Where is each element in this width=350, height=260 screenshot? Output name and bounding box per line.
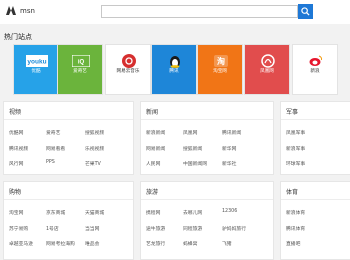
category-link[interactable]: 优酷网 bbox=[9, 129, 23, 136]
category-link[interactable]: 天猫商城 bbox=[85, 209, 104, 216]
category-title: 购物 bbox=[9, 189, 22, 196]
category-link[interactable]: 搜狐视频 bbox=[85, 129, 104, 136]
hot-site-tile-taobao[interactable]: 淘淘宝网 bbox=[197, 44, 243, 95]
category-link[interactable]: 当当网 bbox=[85, 225, 99, 232]
category-link[interactable]: 新浪军事 bbox=[286, 145, 305, 152]
category-link[interactable]: 途牛旅游 bbox=[146, 225, 165, 232]
hot-site-label: 淘宝网 bbox=[213, 69, 227, 74]
category-title: 新闻 bbox=[146, 109, 159, 116]
hot-site-tile-sina[interactable]: 新浪 bbox=[292, 44, 338, 95]
svg-text:youku: youku bbox=[27, 59, 46, 66]
category-divider bbox=[281, 119, 350, 120]
hot-site-tile-tencent[interactable]: 腾讯 bbox=[151, 44, 197, 95]
category-title: 体育 bbox=[286, 189, 299, 196]
category-link[interactable]: 芒果TV bbox=[85, 160, 101, 167]
hot-site-label: 腾讯 bbox=[169, 69, 179, 74]
category-link[interactable]: 1号店 bbox=[46, 225, 59, 232]
category-divider bbox=[141, 199, 273, 200]
msn-logo[interactable]: msn bbox=[5, 5, 35, 16]
hot-site-tile-iqiyi[interactable]: iQ 爱奇艺 bbox=[57, 44, 103, 95]
category-link[interactable]: 腾讯体育 bbox=[286, 225, 305, 232]
category-link[interactable]: 凤凰军事 bbox=[286, 129, 305, 136]
msn-butterfly-icon bbox=[6, 6, 16, 15]
category-link[interactable]: 同程旅游 bbox=[183, 225, 202, 232]
category-link[interactable]: 新华网 bbox=[222, 145, 236, 152]
category-divider bbox=[141, 119, 273, 120]
category-title: 旅游 bbox=[146, 189, 159, 196]
hot-site-label: 优酷 bbox=[31, 69, 41, 74]
category-card-travel: 旅游携程网 去哪儿网 12306 途牛旅游 同程旅游 驴妈妈旅行艺龙旅行 蚂蜂窝 飞猪 bbox=[140, 181, 274, 260]
category-link[interactable]: 凤凰网 bbox=[183, 129, 197, 136]
category-title: 视频 bbox=[9, 109, 22, 116]
category-link[interactable]: 人民网 bbox=[146, 160, 160, 167]
search-input[interactable] bbox=[101, 5, 298, 18]
category-link[interactable]: 环球军事 bbox=[286, 160, 305, 167]
category-link[interactable]: 卓越亚马逊 bbox=[9, 240, 33, 247]
category-link[interactable]: 搜狐新闻 bbox=[183, 145, 202, 152]
category-divider bbox=[281, 199, 350, 200]
category-link[interactable]: 网易看看 bbox=[46, 145, 65, 152]
category-card-shopping: 购物淘宝网 京东商城 天猫商城苏宁易购 1号店 当当网卓越亚马逊 网易考拉海购 唯品会 bbox=[3, 181, 134, 260]
hot-sites-title: 热门站点 bbox=[4, 33, 32, 41]
hot-site-label: 凤凰网 bbox=[260, 69, 274, 74]
category-link[interactable]: 苏宁易购 bbox=[9, 225, 28, 232]
category-link[interactable]: 风行网 bbox=[9, 160, 23, 167]
category-link[interactable]: 京东商城 bbox=[46, 209, 65, 216]
category-link[interactable]: PPS bbox=[46, 160, 55, 165]
svg-text:淘: 淘 bbox=[217, 56, 225, 66]
logo-text: msn bbox=[20, 6, 35, 15]
category-link[interactable]: 淘宝网 bbox=[9, 209, 23, 216]
category-link[interactable]: 乐视视频 bbox=[85, 145, 104, 152]
category-card-military: 军事凤凰军事新浪军事环球军事 bbox=[280, 101, 350, 175]
hot-site-tile-netease-music[interactable]: 网易云音乐 bbox=[105, 44, 151, 95]
category-link[interactable]: 携程网 bbox=[146, 209, 160, 216]
search-button[interactable] bbox=[298, 4, 313, 19]
category-link[interactable]: 12306 bbox=[222, 209, 237, 214]
category-link[interactable]: 直播吧 bbox=[286, 240, 300, 247]
category-link[interactable]: 爱奇艺 bbox=[46, 129, 60, 136]
category-link[interactable]: 艺龙旅行 bbox=[146, 240, 165, 247]
category-card-news: 新闻新浪新闻 凤凰网 腾讯新闻网易新闻 搜狐新闻 新华网人民网 中国新闻网 新华社 bbox=[140, 101, 274, 175]
category-link[interactable]: 蚂蜂窝 bbox=[183, 240, 197, 247]
category-link[interactable]: 新浪新闻 bbox=[146, 129, 165, 136]
category-link[interactable]: 中国新闻网 bbox=[183, 160, 207, 167]
category-card-sports: 体育新浪体育腾讯体育直播吧 bbox=[280, 181, 350, 260]
category-link[interactable]: 网易新闻 bbox=[146, 145, 165, 152]
category-link[interactable]: 去哪儿网 bbox=[183, 209, 202, 216]
search-icon bbox=[301, 7, 310, 16]
category-link[interactable]: 驴妈妈旅行 bbox=[222, 225, 246, 232]
category-divider bbox=[4, 119, 133, 120]
top-bar: msn bbox=[0, 0, 350, 24]
hot-site-label: 网易云音乐 bbox=[116, 69, 140, 74]
hot-site-tile-youku[interactable]: youku 优酷 bbox=[13, 44, 59, 95]
svg-text:iQ: iQ bbox=[78, 60, 85, 66]
hot-site-label: 新浪 bbox=[310, 69, 320, 74]
category-link[interactable]: 唯品会 bbox=[85, 240, 99, 247]
category-link[interactable]: 新浪体育 bbox=[286, 209, 305, 216]
hot-site-label: 爱奇艺 bbox=[73, 69, 87, 74]
category-title: 军事 bbox=[286, 109, 299, 116]
category-link[interactable]: 飞猪 bbox=[222, 240, 232, 247]
category-link[interactable]: 腾讯视频 bbox=[9, 145, 28, 152]
category-divider bbox=[4, 199, 133, 200]
category-card-video: 视频优酷网 爱奇艺 搜狐视频腾讯视频 网易看看 乐视视频风行网 PPS 芒果TV bbox=[3, 101, 134, 175]
category-link[interactable]: 网易考拉海购 bbox=[46, 240, 75, 247]
category-link[interactable]: 腾讯新闻 bbox=[222, 129, 241, 136]
category-link[interactable]: 新华社 bbox=[222, 160, 236, 167]
hot-site-tile-ifeng[interactable]: 凤凰网 bbox=[244, 44, 290, 95]
